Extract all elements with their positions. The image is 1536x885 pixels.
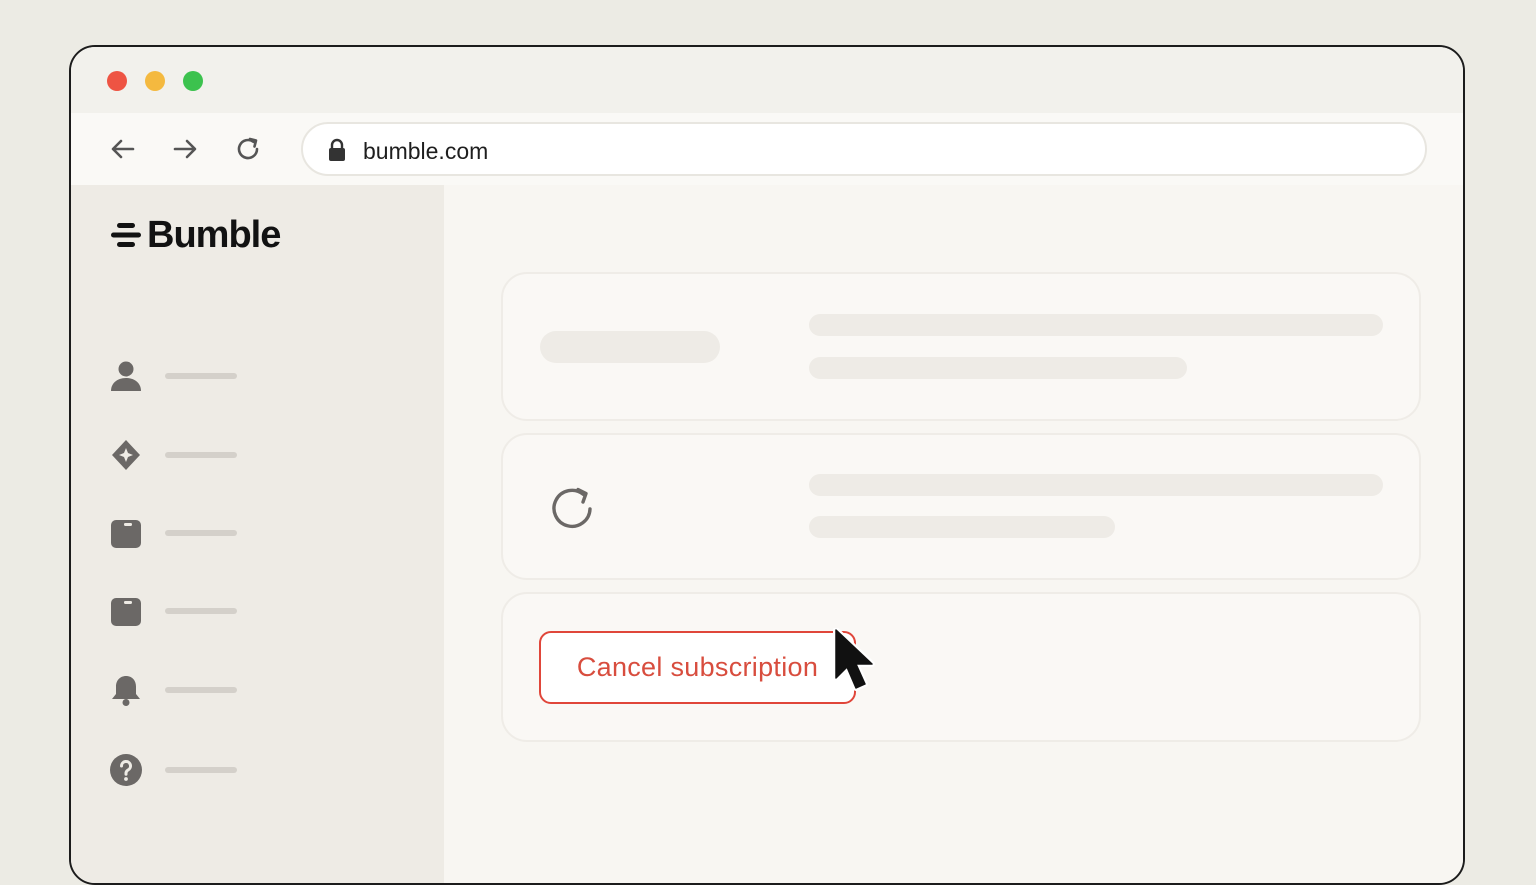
help-icon bbox=[110, 754, 142, 786]
minimize-window-button[interactable] bbox=[145, 71, 165, 91]
arrow-right-icon bbox=[173, 139, 197, 159]
cancel-subscription-button[interactable]: Cancel subscription bbox=[539, 631, 856, 704]
sidebar-item-premium[interactable] bbox=[107, 434, 267, 474]
sidebar-item-label-placeholder bbox=[165, 767, 237, 773]
bumble-logo-icon bbox=[111, 223, 141, 247]
skeleton-line bbox=[809, 357, 1187, 379]
reload-icon bbox=[237, 137, 259, 160]
url-text: bumble.com bbox=[363, 138, 489, 164]
sparkle-icon bbox=[112, 440, 140, 470]
address-bar[interactable]: bumble.com bbox=[301, 122, 1427, 176]
maximize-window-button[interactable] bbox=[183, 71, 203, 91]
sidebar-item-label-placeholder bbox=[165, 373, 237, 379]
folder-icon bbox=[111, 520, 141, 548]
bell-icon bbox=[112, 676, 140, 706]
sidebar-item-profile[interactable] bbox=[107, 355, 267, 395]
mouse-pointer-icon bbox=[833, 628, 875, 691]
sidebar-item-folder-1[interactable] bbox=[107, 512, 267, 552]
folder-icon bbox=[111, 598, 141, 626]
skeleton-pill bbox=[540, 331, 720, 363]
reload-button[interactable] bbox=[230, 131, 266, 167]
close-window-button[interactable] bbox=[107, 71, 127, 91]
logo-text: Bumble bbox=[147, 213, 281, 256]
skeleton-line bbox=[809, 314, 1383, 336]
sidebar-item-label-placeholder bbox=[165, 687, 237, 693]
main-content: Cancel subscription bbox=[444, 185, 1463, 883]
lock-icon bbox=[329, 138, 345, 161]
sidebar: Bumble bbox=[71, 185, 444, 883]
renewal-card bbox=[501, 433, 1421, 580]
back-button[interactable] bbox=[105, 131, 141, 167]
skeleton-line bbox=[809, 516, 1115, 538]
sidebar-item-notifications[interactable] bbox=[107, 669, 267, 709]
cancel-card: Cancel subscription bbox=[501, 592, 1421, 742]
skeleton-line bbox=[809, 474, 1383, 496]
browser-window: bumble.com Bumble Cancel subscription bbox=[69, 45, 1465, 885]
title-bar bbox=[71, 47, 1463, 113]
browser-toolbar: bumble.com bbox=[71, 113, 1463, 185]
sidebar-item-label-placeholder bbox=[165, 608, 237, 614]
forward-button[interactable] bbox=[167, 131, 203, 167]
user-icon bbox=[111, 361, 141, 391]
sidebar-item-label-placeholder bbox=[165, 530, 237, 536]
arrow-left-icon bbox=[111, 139, 135, 159]
refresh-icon bbox=[552, 487, 592, 529]
sidebar-item-help[interactable] bbox=[107, 749, 267, 789]
sidebar-item-folder-2[interactable] bbox=[107, 590, 267, 630]
subscription-info-card bbox=[501, 272, 1421, 421]
sidebar-item-label-placeholder bbox=[165, 452, 237, 458]
bumble-logo[interactable]: Bumble bbox=[111, 213, 281, 256]
